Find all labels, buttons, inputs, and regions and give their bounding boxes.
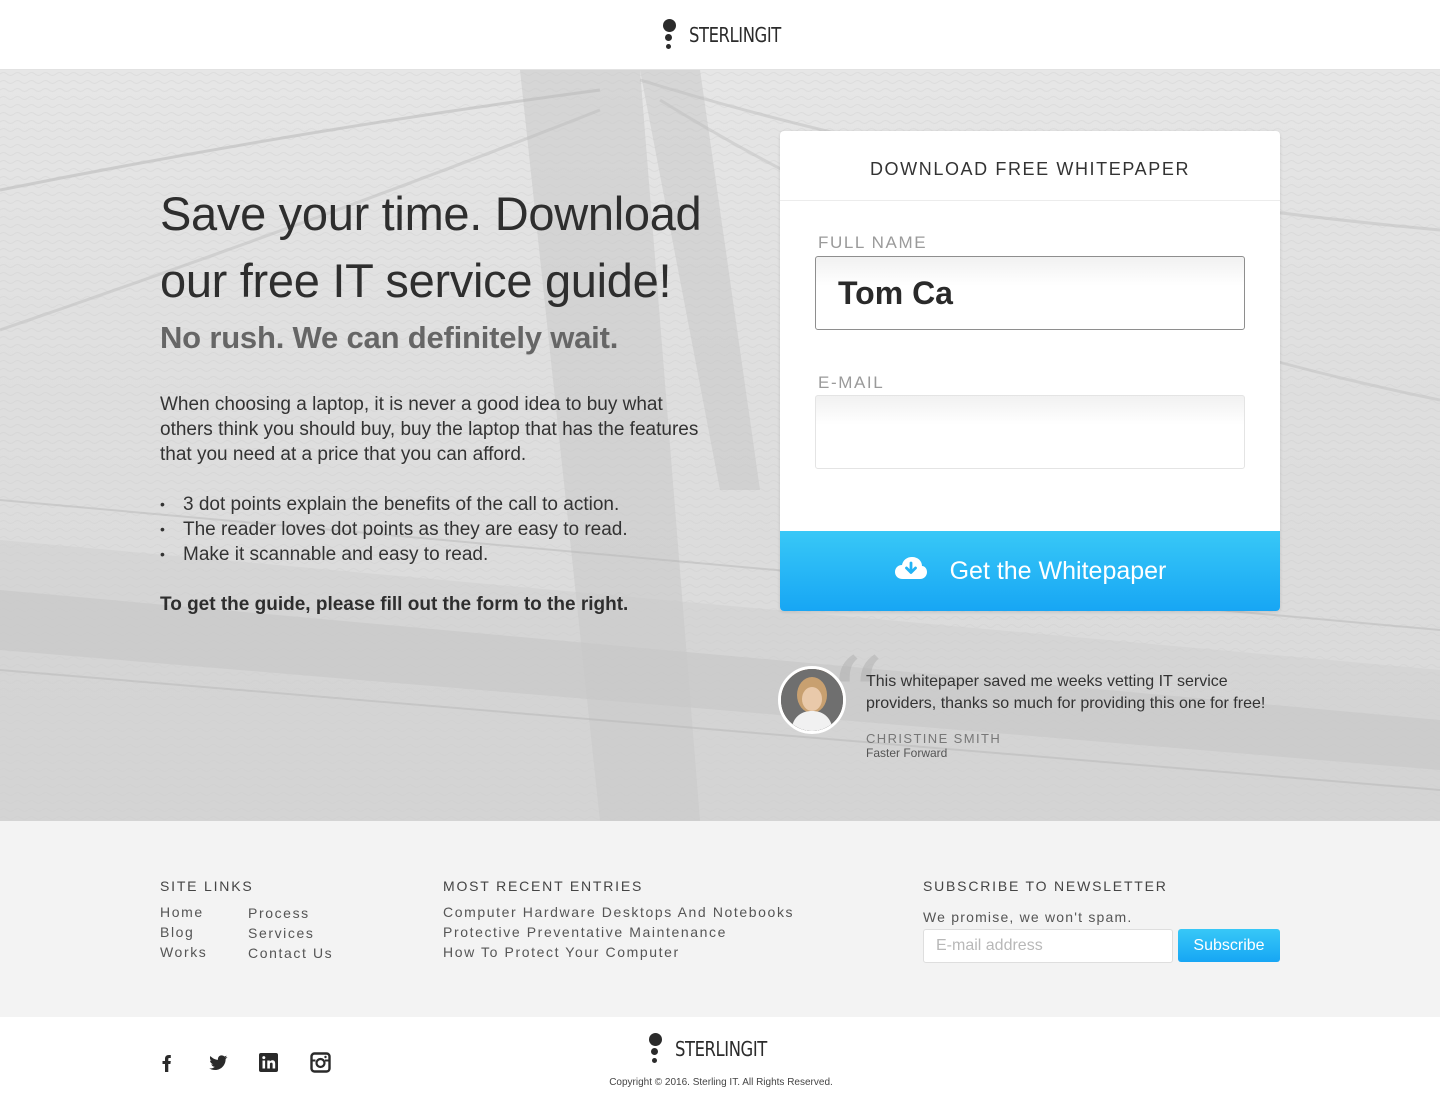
benefits-list: 3 dot points explain the benefits of the… bbox=[160, 492, 720, 567]
hero-cta-text: To get the guide, please fill out the fo… bbox=[160, 594, 629, 615]
site-links-heading: SITE LINKS bbox=[160, 878, 254, 894]
footer-link-blog[interactable]: Blog bbox=[160, 924, 194, 940]
linkedin-icon[interactable] bbox=[258, 1052, 280, 1074]
testimonial-name: CHRISTINE SMITH bbox=[866, 731, 1002, 746]
cloud-download-icon bbox=[894, 556, 928, 587]
hero-title: Save your time. Download our free IT ser… bbox=[160, 187, 702, 307]
recent-entry-link[interactable]: Computer Hardware Desktops And Notebooks bbox=[443, 904, 794, 920]
testimonial: “ This whitepaper saved me weeks vetting… bbox=[778, 634, 1288, 774]
email-label: E-MAIL bbox=[818, 373, 885, 392]
footer-link-services[interactable]: Services bbox=[248, 925, 314, 941]
recent-entries-heading: MOST RECENT ENTRIES bbox=[443, 878, 644, 894]
list-item: 3 dot points explain the benefits of the… bbox=[160, 492, 720, 517]
footer-link-home[interactable]: Home bbox=[160, 904, 204, 920]
hero-copy: Save your time. Download our free IT ser… bbox=[160, 180, 720, 616]
full-name-label: FULL NAME bbox=[818, 233, 928, 252]
footer-link-contact-us[interactable]: Contact Us bbox=[248, 945, 333, 961]
footer-link-process[interactable]: Process bbox=[248, 905, 310, 921]
logo-text: STERLINGIT bbox=[689, 23, 781, 47]
avatar bbox=[778, 666, 846, 734]
site-footer: STERLINGIT Copyright © 2016. Sterling IT… bbox=[0, 1017, 1440, 1107]
list-item: Make it scannable and easy to read. bbox=[160, 542, 720, 567]
recent-entry-link[interactable]: How To Protect Your Computer bbox=[443, 944, 680, 960]
header-logo[interactable]: STERLINGIT bbox=[661, 19, 801, 51]
twitter-icon[interactable] bbox=[207, 1052, 229, 1074]
newsletter-note: We promise, we won't spam. bbox=[923, 909, 1133, 925]
get-whitepaper-button[interactable]: Get the Whitepaper bbox=[780, 531, 1280, 611]
facebook-icon[interactable] bbox=[156, 1052, 178, 1074]
testimonial-company: Faster Forward bbox=[866, 746, 948, 760]
footer-link-works[interactable]: Works bbox=[160, 944, 207, 960]
hero-subtitle: No rush. We can definitely wait. bbox=[160, 320, 619, 355]
site-header: STERLINGIT bbox=[0, 0, 1440, 70]
email-input[interactable] bbox=[815, 395, 1245, 469]
whitepaper-form-card: DOWNLOAD FREE WHITEPAPER FULL NAME E-MAI… bbox=[780, 131, 1280, 611]
hero-body-text: When choosing a laptop, it is never a go… bbox=[160, 394, 699, 465]
footer-logo[interactable]: STERLINGIT bbox=[647, 1033, 787, 1065]
instagram-icon[interactable] bbox=[310, 1052, 332, 1074]
list-item: The reader loves dot points as they are … bbox=[160, 517, 720, 542]
footer-links-section: SITE LINKS Home Blog Works Process Servi… bbox=[0, 821, 1440, 1017]
logo-dots-icon bbox=[661, 19, 679, 51]
logo-text: STERLINGIT bbox=[675, 1037, 767, 1061]
hero-section: Save your time. Download our free IT ser… bbox=[0, 70, 1440, 821]
newsletter-heading: SUBSCRIBE TO NEWSLETTER bbox=[923, 878, 1168, 894]
form-heading: DOWNLOAD FREE WHITEPAPER bbox=[780, 131, 1280, 201]
get-whitepaper-label: Get the Whitepaper bbox=[949, 556, 1167, 585]
testimonial-quote: This whitepaper saved me weeks vetting I… bbox=[866, 673, 1266, 712]
newsletter-email-input[interactable] bbox=[923, 929, 1173, 963]
logo-dots-icon bbox=[647, 1033, 665, 1065]
copyright-text: Copyright © 2016. Sterling IT. All Right… bbox=[609, 1077, 833, 1088]
subscribe-button[interactable]: Subscribe bbox=[1178, 929, 1280, 962]
full-name-input[interactable] bbox=[815, 256, 1245, 330]
recent-entry-link[interactable]: Protective Preventative Maintenance bbox=[443, 924, 727, 940]
